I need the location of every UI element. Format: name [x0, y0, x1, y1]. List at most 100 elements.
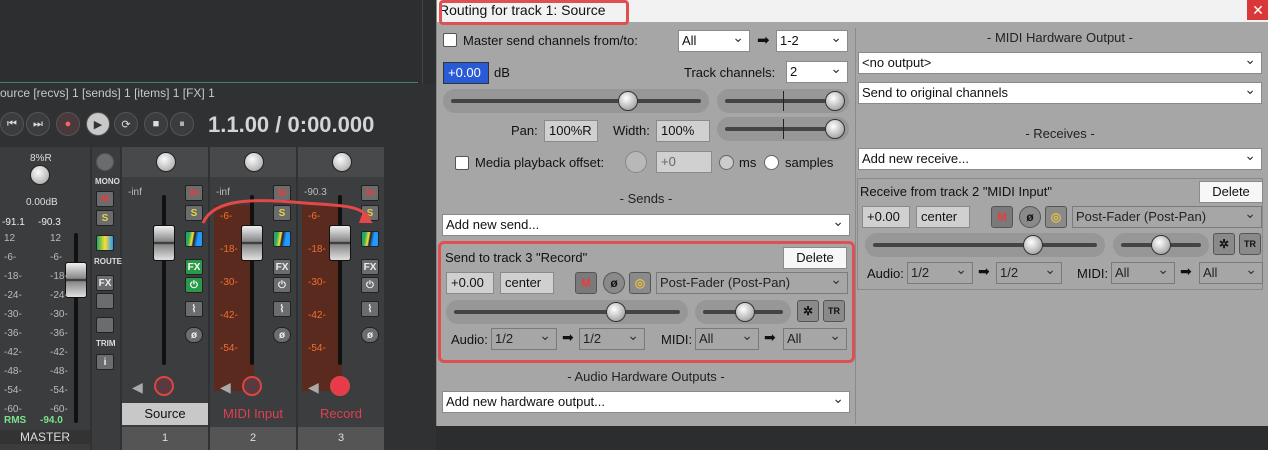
- phase-icon[interactable]: ø: [273, 327, 291, 343]
- master-to-select[interactable]: 1-2: [776, 30, 848, 52]
- receive-midi-from-select[interactable]: All: [1111, 262, 1175, 284]
- pan-knob[interactable]: [332, 152, 352, 172]
- volume-input[interactable]: +0.00: [443, 62, 489, 84]
- master-scale-tick: -42-: [50, 347, 68, 358]
- send-audio-from-select[interactable]: 1/2: [491, 328, 557, 350]
- master-mute-button[interactable]: M: [96, 191, 114, 207]
- send-pan-slider[interactable]: [695, 300, 791, 324]
- envelope-icon[interactable]: ⌇: [273, 301, 291, 317]
- phase-icon[interactable]: ø: [361, 327, 379, 343]
- add-send-select[interactable]: Add new send...: [442, 214, 850, 236]
- send-mode-select[interactable]: Post-Fader (Post-Pan): [656, 272, 848, 294]
- midi-hw-channels-select[interactable]: Send to original channels: [858, 82, 1262, 104]
- track-name[interactable]: MIDI Input: [210, 403, 296, 425]
- master-fader[interactable]: [65, 262, 87, 298]
- track-name[interactable]: Source: [122, 403, 208, 425]
- media-offset-checkbox[interactable]: [455, 156, 469, 170]
- samples-radio[interactable]: [764, 155, 779, 170]
- phase-icon[interactable]: ø: [185, 327, 203, 343]
- receive-audio-to-select[interactable]: 1/2: [996, 262, 1062, 284]
- play-icon[interactable]: ▶: [86, 112, 110, 136]
- track-name[interactable]: Record: [298, 403, 384, 425]
- stop-icon[interactable]: ■: [144, 112, 168, 136]
- record-arm-icon[interactable]: [242, 376, 262, 396]
- send-volume-slider[interactable]: [446, 300, 688, 324]
- receive-audio-from-select[interactable]: 1/2: [907, 262, 973, 284]
- power-icon[interactable]: ⏻: [273, 277, 291, 293]
- pan-slider[interactable]: [717, 89, 849, 113]
- send-phase-icon[interactable]: ø: [603, 272, 625, 294]
- send-tr-icon[interactable]: TR: [823, 300, 845, 322]
- media-offset-input[interactable]: +0: [656, 151, 712, 173]
- receive-midi-to-select[interactable]: All: [1199, 262, 1263, 284]
- envelope-icon[interactable]: ⌇: [185, 301, 203, 317]
- offset-knob[interactable]: [625, 151, 647, 173]
- ms-radio[interactable]: [719, 155, 734, 170]
- close-button[interactable]: ✕: [1247, 0, 1268, 20]
- send-midi-from-select[interactable]: All: [695, 328, 759, 350]
- send-pan-input[interactable]: center: [500, 272, 554, 294]
- receive-pan-input[interactable]: center: [916, 206, 970, 228]
- add-receive-select[interactable]: Add new receive...: [858, 148, 1262, 170]
- route-label: ROUTE: [94, 257, 122, 266]
- fx-button[interactable]: FX: [273, 259, 291, 275]
- ms-label: ms: [739, 155, 757, 170]
- speaker-icon[interactable]: ◀: [308, 379, 319, 396]
- send-delete-button[interactable]: Delete: [783, 247, 847, 269]
- receive-mono-icon[interactable]: ◎: [1045, 206, 1067, 228]
- route-icon[interactable]: [96, 235, 114, 251]
- master-strip: 8%R 0.00dB -91.1 -90.3 12 12 -6- -6- -18- -18…: [0, 147, 90, 450]
- receive-mode-select[interactable]: Post-Fader (Post-Pan): [1072, 206, 1262, 228]
- pan-input[interactable]: 100%R: [544, 120, 598, 142]
- width-input[interactable]: 100%: [656, 120, 710, 142]
- receive-mute-button[interactable]: M: [991, 206, 1013, 228]
- loop-icon[interactable]: ⟳: [114, 112, 138, 136]
- send-volume-input[interactable]: +0.00: [446, 272, 494, 294]
- track-channels-select[interactable]: 2: [786, 61, 848, 83]
- envelope-icon[interactable]: ⌇: [361, 301, 379, 317]
- master-send-checkbox[interactable]: [443, 33, 457, 47]
- pause-icon[interactable]: ⏸: [170, 112, 194, 136]
- info-button[interactable]: i: [96, 354, 114, 370]
- receive-tr-icon[interactable]: TR: [1239, 233, 1261, 255]
- master-solo-button[interactable]: S: [96, 210, 114, 226]
- envelope-icon[interactable]: [96, 317, 114, 333]
- send-mute-button[interactable]: M: [575, 272, 597, 294]
- volume-slider[interactable]: [443, 89, 709, 113]
- next-icon[interactable]: ⏭: [26, 112, 50, 136]
- receive-pan-slider[interactable]: [1113, 233, 1209, 257]
- power-icon[interactable]: ⏻: [361, 277, 379, 293]
- master-from-select[interactable]: All: [678, 30, 750, 52]
- master-volume: 0.00dB: [26, 197, 58, 208]
- pan-knob[interactable]: [244, 152, 264, 172]
- volume-fader[interactable]: [153, 225, 175, 261]
- receive-volume-input[interactable]: +0.00: [862, 206, 910, 228]
- power-icon[interactable]: ⏻: [185, 277, 203, 293]
- speaker-icon[interactable]: ◀: [132, 379, 143, 396]
- master-fx-button[interactable]: FX: [96, 275, 114, 291]
- prev-icon[interactable]: ⏮: [0, 112, 24, 136]
- receive-env-icon[interactable]: ✲: [1213, 233, 1235, 255]
- add-hw-output-select[interactable]: Add new hardware output...: [442, 391, 850, 413]
- power-icon[interactable]: [96, 293, 114, 309]
- receive-volume-slider[interactable]: [865, 233, 1105, 257]
- receive-delete-button[interactable]: Delete: [1199, 181, 1263, 203]
- mixer-tools: MONO M S ROUTE FX TRIM i: [92, 147, 122, 450]
- send-audio-to-select[interactable]: 1/2: [579, 328, 645, 350]
- send-mono-icon[interactable]: ◎: [629, 272, 651, 294]
- master-pan-knob[interactable]: [30, 165, 50, 185]
- fx-button[interactable]: FX: [361, 259, 379, 275]
- mono-icon[interactable]: [96, 153, 114, 171]
- record-icon[interactable]: ●: [56, 112, 80, 136]
- midi-hw-select[interactable]: <no output>: [858, 52, 1262, 74]
- send-env-icon[interactable]: ✲: [797, 300, 819, 322]
- divider: [422, 0, 423, 84]
- send-midi-to-select[interactable]: All: [783, 328, 847, 350]
- speaker-icon[interactable]: ◀: [220, 379, 231, 396]
- fx-button[interactable]: FX: [185, 259, 203, 275]
- pan-knob[interactable]: [156, 152, 176, 172]
- receive-phase-icon[interactable]: ø: [1019, 206, 1041, 228]
- record-arm-icon[interactable]: [154, 376, 174, 396]
- record-arm-icon[interactable]: [330, 376, 350, 396]
- width-slider[interactable]: [717, 117, 849, 141]
